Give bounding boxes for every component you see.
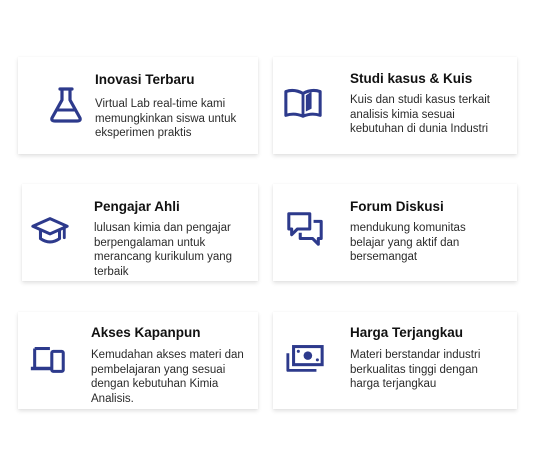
flask-icon [46, 85, 86, 125]
feature-description: mendukung komunitas belajar yang aktif d… [350, 222, 466, 263]
feature-title: Akses Kapanpun [91, 325, 201, 340]
feature-description: lulusan kimia dan pengajar berpengalaman… [94, 222, 233, 278]
feature-title: Forum Diskusi [350, 199, 444, 214]
feature-card-akses: Akses Kapanpun Kemudahan akses materi da… [18, 312, 258, 409]
feature-description: Kuis dan studi kasus terkait analisis ki… [350, 94, 490, 135]
feature-card-studi-kasus: Studi kasus & Kuis Kuis dan studi kasus … [273, 57, 517, 154]
feature-description: Materi berstandar industri berkualitas t… [350, 349, 481, 390]
feature-title: Studi kasus & Kuis [350, 71, 473, 86]
feature-title: Inovasi Terbaru [95, 72, 195, 87]
feature-title: Pengajar Ahli [94, 199, 180, 214]
feature-description: Virtual Lab real-time kami memungkinkan … [95, 98, 237, 139]
devices-icon [28, 339, 68, 379]
feature-description: Kemudahan akses materi dan pembelajaran … [91, 349, 244, 405]
feature-card-pengajar: Pengajar Ahli lulusan kimia dan pengajar… [22, 184, 258, 281]
feature-card-inovasi: Inovasi Terbaru Virtual Lab real-time ka… [18, 57, 258, 154]
graduation-cap-icon [30, 211, 70, 251]
money-bill-icon [285, 338, 325, 378]
feature-title: Harga Terjangkau [350, 325, 464, 340]
open-book-icon [283, 82, 323, 122]
feature-card-harga: Harga Terjangkau Materi berstandar indus… [273, 312, 517, 409]
features-section: Inovasi Terbaru Virtual Lab real-time ka… [0, 0, 558, 459]
chat-bubbles-icon [285, 209, 325, 249]
feature-card-forum: Forum Diskusi mendukung komunitas belaja… [273, 184, 517, 281]
